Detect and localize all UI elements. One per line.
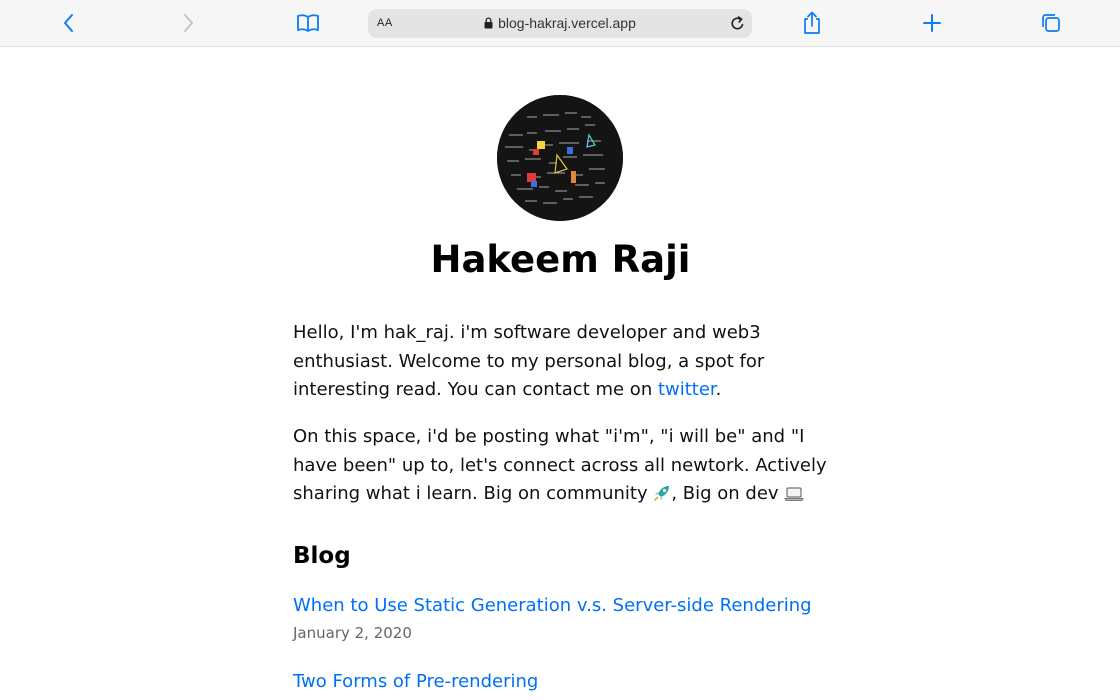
post-date: January 2, 2020 bbox=[293, 624, 412, 642]
avatar-image bbox=[497, 95, 623, 221]
post-title-link[interactable]: When to Use Static Generation v.s. Serve… bbox=[293, 594, 833, 618]
list-item: Two Forms of Pre-rendering bbox=[293, 670, 833, 694]
chevron-right-icon bbox=[184, 14, 193, 32]
chevron-left-icon bbox=[64, 14, 73, 32]
intro-text-end: . bbox=[715, 379, 722, 400]
back-button[interactable] bbox=[55, 9, 83, 37]
url-text: blog-hakraj.vercel.app bbox=[498, 15, 636, 31]
list-item: When to Use Static Generation v.s. Serve… bbox=[293, 594, 833, 643]
intro-paragraph: Hello, I'm hak_raj. i'm software develop… bbox=[293, 319, 833, 405]
tabs-overview-button[interactable] bbox=[1037, 9, 1065, 37]
rocket-icon bbox=[654, 486, 670, 501]
avatar bbox=[497, 95, 623, 221]
blog-heading: Blog bbox=[293, 543, 351, 569]
about-paragraph: On this space, i'd be posting what "i'm"… bbox=[293, 423, 833, 509]
post-title-link[interactable]: Two Forms of Pre-rendering bbox=[293, 670, 833, 694]
about-text-mid: , Big on dev bbox=[671, 483, 785, 504]
tabs-icon bbox=[1042, 14, 1060, 32]
share-icon bbox=[804, 11, 820, 34]
share-button[interactable] bbox=[798, 9, 826, 37]
forward-button[interactable] bbox=[174, 9, 202, 37]
author-name: Hakeem Raji bbox=[430, 238, 691, 281]
address-bar[interactable]: AA blog-hakraj.vercel.app bbox=[368, 9, 752, 38]
lock-icon bbox=[484, 17, 493, 29]
laptop-icon bbox=[784, 487, 804, 501]
book-icon bbox=[297, 14, 319, 32]
reload-icon[interactable] bbox=[729, 15, 746, 32]
plus-icon bbox=[923, 14, 941, 32]
twitter-link[interactable]: twitter bbox=[658, 379, 716, 400]
url-display: blog-hakraj.vercel.app bbox=[368, 15, 752, 31]
bookmarks-button[interactable] bbox=[294, 9, 322, 37]
new-tab-button[interactable] bbox=[918, 9, 946, 37]
browser-toolbar: AA blog-hakraj.vercel.app bbox=[0, 0, 1120, 47]
